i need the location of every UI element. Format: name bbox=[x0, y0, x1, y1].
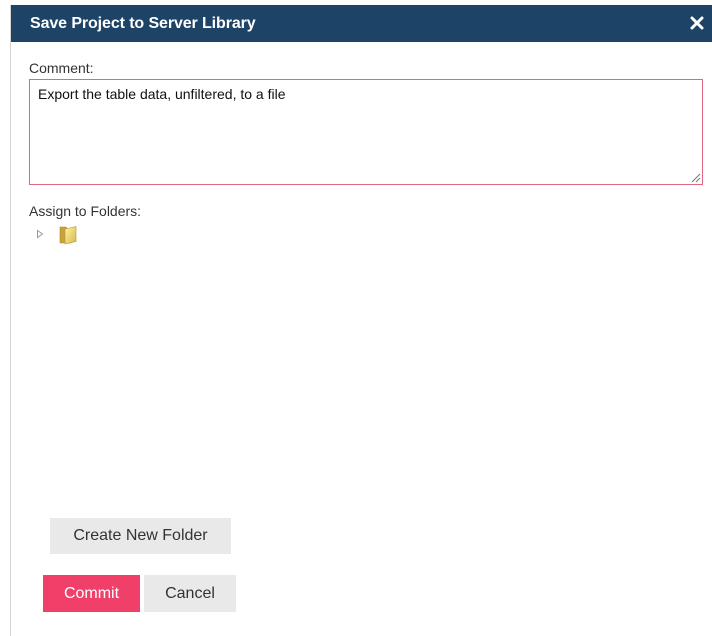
close-button[interactable] bbox=[687, 13, 707, 33]
save-project-dialog: Save Project to Server Library Comment: … bbox=[10, 5, 712, 636]
comment-label: Comment: bbox=[29, 60, 94, 76]
folder-icon[interactable] bbox=[57, 223, 79, 245]
dialog-titlebar[interactable]: Save Project to Server Library bbox=[11, 5, 712, 42]
comment-textarea[interactable]: Export the table data, unfiltered, to a … bbox=[29, 79, 703, 185]
create-new-folder-button[interactable]: Create New Folder bbox=[50, 518, 231, 554]
close-icon bbox=[690, 16, 704, 30]
assign-folders-label: Assign to Folders: bbox=[29, 203, 142, 219]
commit-button[interactable]: Commit bbox=[43, 575, 140, 612]
folder-tree-root[interactable] bbox=[35, 223, 115, 245]
cancel-button[interactable]: Cancel bbox=[144, 575, 236, 612]
dialog-title: Save Project to Server Library bbox=[30, 15, 256, 32]
triangle-right-icon[interactable] bbox=[35, 229, 45, 239]
